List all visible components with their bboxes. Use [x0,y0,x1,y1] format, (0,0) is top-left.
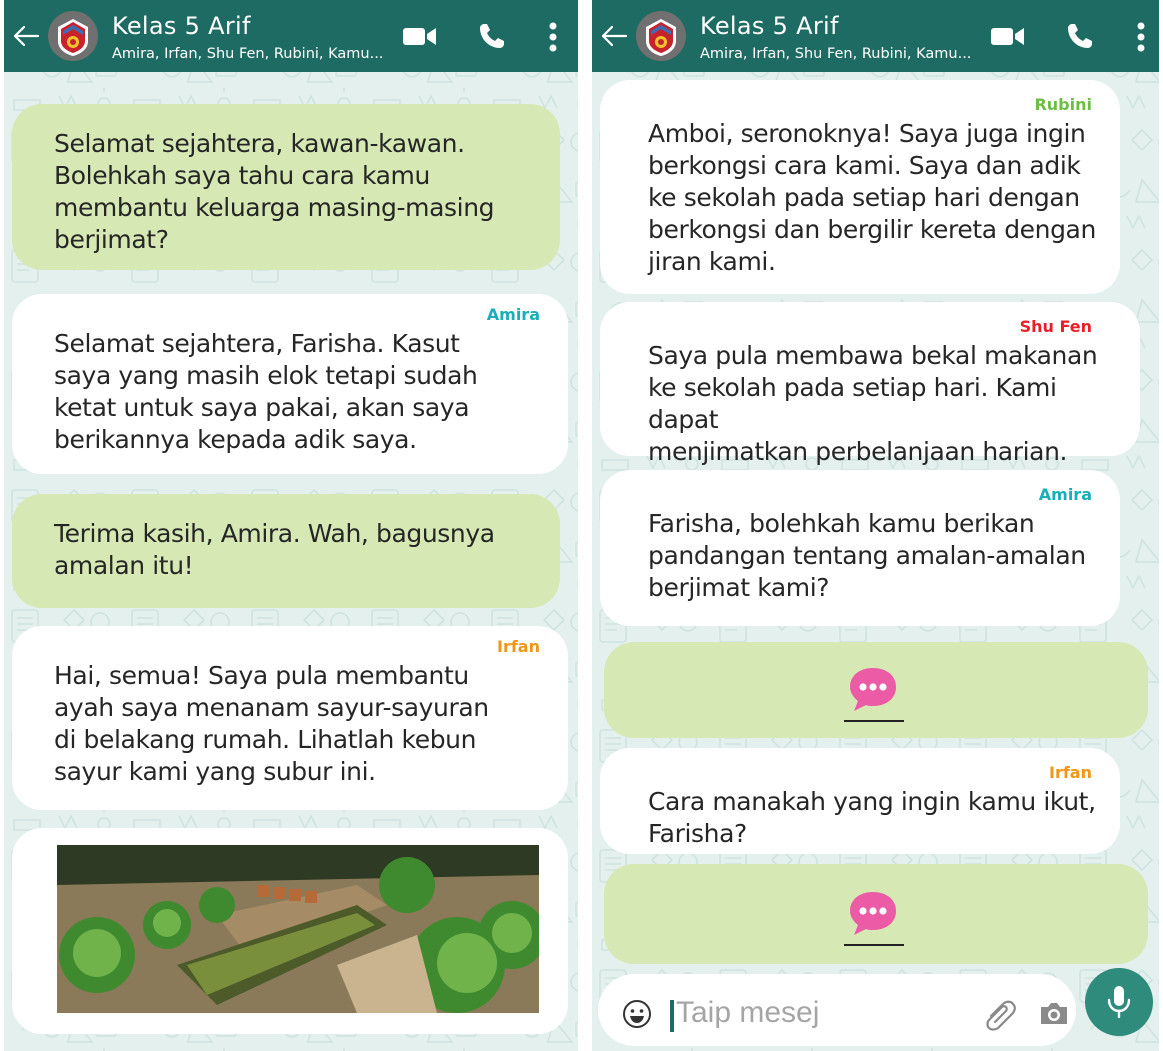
message-text: Selamat sejahtera, kawan-kawan. Bolehkah… [54,129,495,254]
video-call-icon[interactable] [402,24,438,48]
group-avatar[interactable] [48,11,98,61]
typing-bubble-icon[interactable] [844,888,902,938]
emoji-icon[interactable] [622,999,652,1029]
message-text: Farisha, bolehkah kamu berikan pandangan… [648,509,1086,602]
chat-members[interactable]: Amira, Irfan, Shu Fen, Rubini, Kamu... [700,46,971,62]
voice-record-button[interactable] [1085,968,1153,1036]
sender-name: Amira [486,305,540,324]
message-text: Amboi, seronoknya! Saya juga ingin berko… [648,119,1096,276]
reply-underline [844,944,904,946]
message-text: Saya pula membawa bekal makanan ke sekol… [648,341,1098,466]
message-incoming[interactable]: Shu Fen Saya pula membawa bekal makanan … [600,302,1140,466]
sender-name: Rubini [1034,95,1092,114]
message-text: Hai, semua! Saya pula membantu ayah saya… [54,661,489,786]
message-text: Cara manakah yang ingin kamu ikut, Faris… [648,787,1096,848]
message-input-bar[interactable]: Taip mesej [598,974,1076,1046]
more-options-icon[interactable] [548,22,558,52]
back-arrow-icon[interactable] [10,20,42,52]
vegetable-garden-photo[interactable] [57,845,539,1013]
voice-call-icon[interactable] [1066,22,1094,50]
more-options-icon[interactable] [1136,22,1146,52]
message-incoming[interactable]: Amira Farisha, bolehkah kamu berikan pan… [600,470,1120,626]
message-incoming[interactable]: Irfan Hai, semua! Saya pula membantu aya… [12,626,568,810]
message-input[interactable]: Taip mesej [676,996,819,1030]
chat-members[interactable]: Amira, Irfan, Shu Fen, Rubini, Kamu... [112,46,383,62]
chat-header: Kelas 5 Arif Amira, Irfan, Shu Fen, Rubi… [592,0,1159,72]
chat-screen-left: Kelas 5 Arif Amira, Irfan, Shu Fen, Rubi… [4,0,578,1051]
reply-underline [844,720,904,722]
group-avatar[interactable] [636,11,686,61]
typing-bubble-icon[interactable] [844,664,902,714]
message-outgoing[interactable]: Selamat sejahtera, kawan-kawan. Bolehkah… [12,104,560,270]
sender-name: Shu Fen [1019,317,1092,336]
camera-icon[interactable] [1038,1000,1070,1026]
chat-title[interactable]: Kelas 5 Arif [700,12,839,40]
voice-call-icon[interactable] [478,22,506,50]
message-incoming[interactable]: Irfan Cara manakah yang ingin kamu ikut,… [600,748,1120,854]
video-call-icon[interactable] [990,24,1026,48]
message-text: Terima kasih, Amira. Wah, bagusnya amala… [54,519,495,580]
back-arrow-icon[interactable] [598,20,630,52]
school-emblem-icon [48,11,98,61]
sender-name: Amira [1038,485,1092,504]
chat-header: Kelas 5 Arif Amira, Irfan, Shu Fen, Rubi… [4,0,578,72]
school-emblem-icon [636,11,686,61]
message-text: Selamat sejahtera, Farisha. Kasut saya y… [54,329,478,454]
sender-name: Irfan [497,637,540,656]
attachment-icon[interactable] [983,998,1017,1032]
message-incoming[interactable]: Rubini Amboi, seronoknya! Saya juga ingi… [600,80,1120,294]
message-incoming[interactable]: Amira Selamat sejahtera, Farisha. Kasut … [12,294,568,474]
chat-title[interactable]: Kelas 5 Arif [112,12,251,40]
microphone-icon [1107,986,1131,1019]
sender-name: Irfan [1049,763,1092,782]
chat-screen-right: Kelas 5 Arif Amira, Irfan, Shu Fen, Rubi… [592,0,1159,1051]
message-outgoing[interactable]: Terima kasih, Amira. Wah, bagusnya amala… [12,494,560,608]
text-cursor [670,1000,674,1032]
